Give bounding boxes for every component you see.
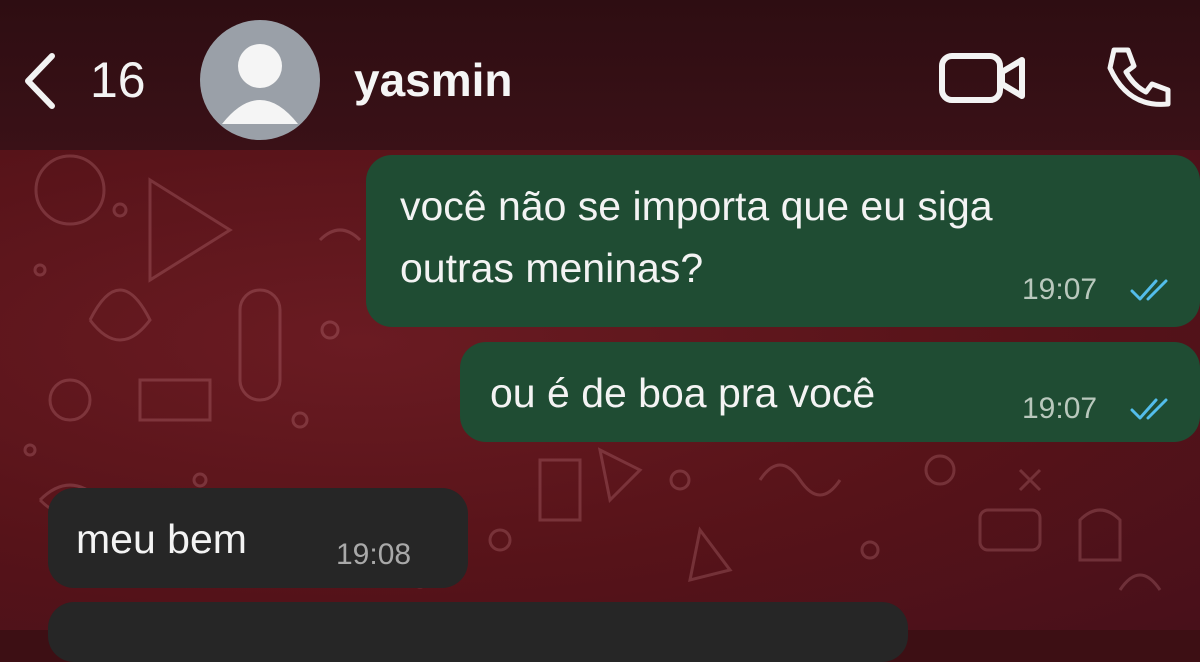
chat-header: 16 yasmin <box>0 0 1200 150</box>
outgoing-message[interactable]: ou é de boa pra você 19:07 <box>460 342 1200 442</box>
message-text: outras meninas? <box>400 245 704 291</box>
phone-icon[interactable] <box>1102 44 1174 110</box>
outgoing-message[interactable]: você não se importa que eu siga outras m… <box>366 155 1200 327</box>
double-check-icon <box>1130 279 1168 301</box>
message-time: 19:07 <box>1022 273 1098 306</box>
message-text: você não se importa que eu siga <box>400 183 993 229</box>
contact-name[interactable]: yasmin <box>354 50 513 110</box>
message-time: 19:08 <box>336 538 412 571</box>
message-text: meu bem <box>76 516 247 562</box>
chevron-left-icon[interactable] <box>20 50 60 112</box>
user-placeholder-icon <box>222 44 298 124</box>
message-text: ou é de boa pra você <box>490 370 876 416</box>
video-camera-icon[interactable] <box>938 50 1028 106</box>
incoming-message-partial[interactable] <box>48 602 908 662</box>
avatar[interactable] <box>200 20 320 140</box>
double-check-icon <box>1130 398 1168 420</box>
unread-count[interactable]: 16 <box>90 50 146 110</box>
incoming-message[interactable]: meu bem 19:08 <box>48 488 468 588</box>
message-time: 19:07 <box>1022 392 1098 425</box>
